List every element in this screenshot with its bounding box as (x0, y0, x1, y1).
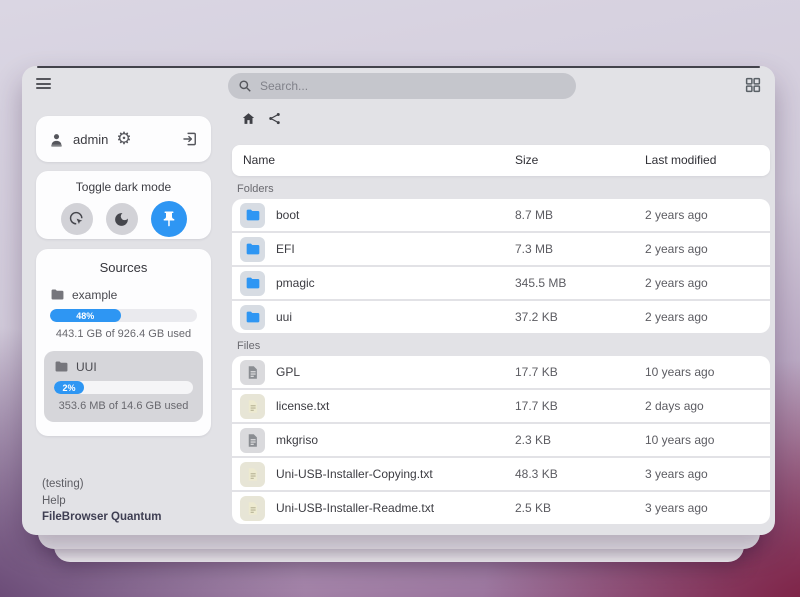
row-modified: 2 years ago (645, 276, 708, 290)
logout-icon[interactable] (181, 130, 199, 148)
row-name: GPL (276, 365, 300, 379)
row-size: 8.7 MB (515, 208, 553, 222)
testing-link[interactable]: (testing) (42, 476, 162, 493)
row-name: Uni-USB-Installer-Copying.txt (276, 467, 433, 481)
folder-icon (240, 305, 265, 330)
folder-icon (240, 203, 265, 228)
table-row[interactable]: Uni-USB-Installer-Readme.txt 2.5 KB 3 year… (232, 492, 770, 524)
folder-icon (50, 287, 65, 302)
file-listing: Folders boot 8.7 MB 2 years ago EFI 7.3 MB 2 y… (232, 179, 770, 524)
row-modified: 2 days ago (645, 399, 704, 413)
file-icon (240, 360, 265, 385)
row-modified: 10 years ago (645, 365, 714, 379)
gear-icon[interactable]: ⚙ (116, 131, 131, 148)
menu-icon[interactable] (36, 78, 51, 92)
usage-bar: 48% (50, 309, 197, 322)
table-row[interactable]: uui 37.2 KB 2 years ago (232, 301, 770, 333)
usage-bar-fill: 2% (54, 381, 84, 394)
dark-mode-card: Toggle dark mode (36, 171, 211, 239)
folder-icon (240, 237, 265, 262)
row-size: 17.7 KB (515, 399, 558, 413)
row-name: mkgriso (276, 433, 318, 447)
text-file-icon (240, 462, 265, 487)
text-file-icon (240, 496, 265, 521)
source-item-example[interactable]: example 48% 443.1 GB of 926.4 GB used (44, 285, 203, 340)
row-modified: 10 years ago (645, 433, 714, 447)
home-icon[interactable] (241, 111, 256, 126)
folder-icon (54, 359, 69, 374)
dark-mode-buttons (36, 201, 211, 237)
content-area: Name Size Last modified Folders boot 8.7 M… (225, 104, 770, 535)
row-modified: 3 years ago (645, 501, 708, 515)
sidebar-footer: (testing) Help FileBrowser Quantum (42, 476, 162, 526)
source-item-uui[interactable]: UUI 2% 353.6 MB of 14.6 GB used (44, 351, 203, 422)
search-icon (238, 79, 252, 93)
folder-icon (240, 271, 265, 296)
app-name-link[interactable]: FileBrowser Quantum (42, 509, 162, 526)
file-icon (240, 428, 265, 453)
sidebar: admin ⚙ Toggle dark mode (22, 104, 225, 535)
row-modified: 3 years ago (645, 467, 708, 481)
rows-group: boot 8.7 MB 2 years ago EFI 7.3 MB 2 years ag… (232, 199, 770, 333)
auto-click-icon[interactable] (61, 203, 93, 235)
row-modified: 2 years ago (645, 242, 708, 256)
row-size: 7.3 MB (515, 242, 553, 256)
row-size: 48.3 KB (515, 467, 558, 481)
row-size: 17.7 KB (515, 365, 558, 379)
grid-view-icon[interactable] (744, 76, 762, 94)
row-name: boot (276, 208, 299, 222)
row-size: 37.2 KB (515, 310, 558, 324)
search-input[interactable] (258, 78, 566, 94)
table-row[interactable]: GPL 17.7 KB 10 years ago (232, 356, 770, 388)
row-size: 345.5 MB (515, 276, 566, 290)
row-size: 2.5 KB (515, 501, 551, 515)
source-name: UUI (76, 360, 97, 374)
row-name: Uni-USB-Installer-Readme.txt (276, 501, 434, 515)
share-icon[interactable] (267, 111, 282, 126)
sources-title: Sources (44, 260, 203, 275)
usage-caption: 353.6 MB of 14.6 GB used (54, 400, 193, 412)
row-name: uui (276, 310, 292, 324)
help-link[interactable]: Help (42, 493, 162, 510)
table-row[interactable]: Uni-USB-Installer-Copying.txt 48.3 KB 3 ye… (232, 458, 770, 490)
app-window: admin ⚙ Toggle dark mode (22, 66, 775, 535)
search-bar[interactable] (228, 73, 576, 99)
usage-bar: 2% (54, 381, 193, 394)
usage-bar-fill: 48% (50, 309, 121, 322)
table-row[interactable]: mkgriso 2.3 KB 10 years ago (232, 424, 770, 456)
usage-caption: 443.1 GB of 926.4 GB used (50, 328, 197, 340)
table-header: Name Size Last modified (232, 145, 770, 176)
top-bar (22, 66, 775, 104)
row-name: pmagic (276, 276, 315, 290)
pin-icon[interactable] (151, 201, 187, 237)
source-name: example (72, 288, 117, 302)
section-label: Files (232, 336, 770, 356)
dark-mode-title: Toggle dark mode (36, 180, 211, 194)
text-file-icon (240, 394, 265, 419)
user-name: admin (73, 132, 108, 147)
row-name: EFI (276, 242, 295, 256)
row-size: 2.3 KB (515, 433, 551, 447)
row-modified: 2 years ago (645, 208, 708, 222)
section-label: Folders (232, 179, 770, 199)
row-name: license.txt (276, 399, 329, 413)
header-name[interactable]: Name (243, 153, 275, 167)
header-size[interactable]: Size (515, 153, 538, 167)
moon-icon[interactable] (106, 203, 138, 235)
user-card: admin ⚙ (36, 116, 211, 162)
table-row[interactable]: EFI 7.3 MB 2 years ago (232, 233, 770, 265)
breadcrumb (232, 104, 770, 132)
row-modified: 2 years ago (645, 310, 708, 324)
rows-group: GPL 17.7 KB 10 years ago license.txt 17.7 KB… (232, 356, 770, 524)
person-icon (48, 131, 65, 148)
sources-card: Sources example 48% 443.1 GB of 926.4 GB… (36, 249, 211, 436)
header-last-modified[interactable]: Last modified (645, 153, 716, 167)
table-row[interactable]: boot 8.7 MB 2 years ago (232, 199, 770, 231)
table-row[interactable]: license.txt 17.7 KB 2 days ago (232, 390, 770, 422)
table-row[interactable]: pmagic 345.5 MB 2 years ago (232, 267, 770, 299)
